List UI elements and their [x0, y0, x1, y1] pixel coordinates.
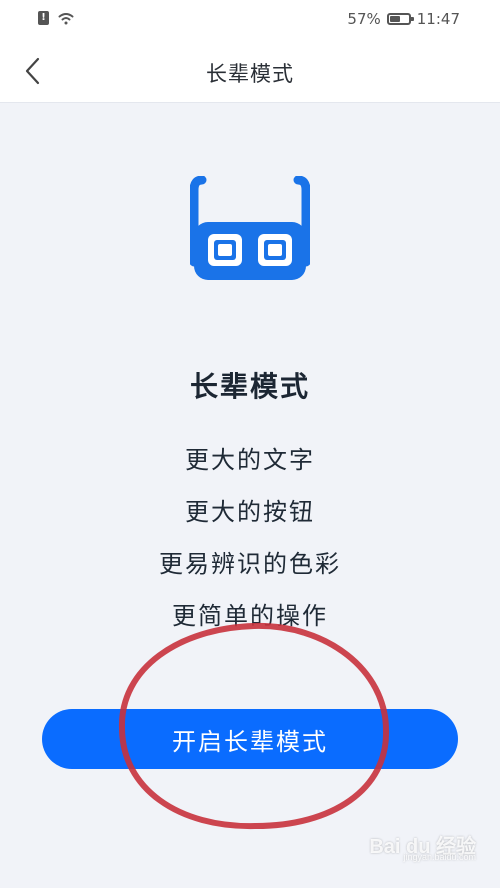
- mode-title: 长辈模式: [189, 370, 310, 403]
- status-left: !: [38, 10, 76, 25]
- watermark-sub: jingyan.baidu.com: [403, 852, 476, 862]
- status-right: 57% 11:47: [347, 10, 460, 28]
- feature-item: 更简单的操作: [172, 602, 328, 630]
- battery-percent: 57%: [347, 10, 381, 28]
- feature-item: 更易辨识的色彩: [159, 550, 341, 578]
- glasses-icon: [190, 176, 310, 280]
- app-header: 长辈模式: [0, 40, 500, 103]
- wifi-icon: [58, 13, 74, 25]
- battery-icon: [386, 13, 414, 25]
- status-time: 11:47: [416, 10, 460, 28]
- feature-item: 更大的按钮: [185, 498, 315, 526]
- feature-list: 更大的文字 更大的按钮 更易辨识的色彩 更简单的操作: [0, 440, 500, 648]
- status-bar: ! 57% 11:47: [0, 0, 500, 40]
- battery-fill: [389, 16, 400, 22]
- feature-item: 更大的文字: [185, 446, 315, 474]
- enable-elder-mode-button[interactable]: 开启长辈模式: [42, 709, 458, 769]
- watermark-logo: Bai du 经验 jingyan.baidu.com: [368, 830, 478, 870]
- sim-alert-icon: !: [38, 10, 49, 25]
- page-title: 长辈模式: [206, 62, 294, 86]
